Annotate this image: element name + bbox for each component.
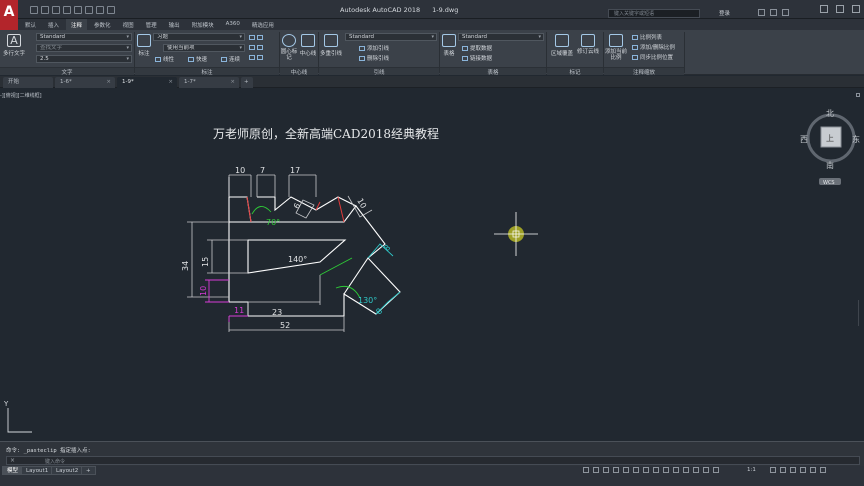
viewcube-north[interactable]: 北 xyxy=(826,109,834,118)
drawing-title: 万老师原创，全新高端CAD2018经典教程 xyxy=(213,126,439,141)
annotation-monitor-icon[interactable] xyxy=(673,467,679,473)
hardware-accel-icon[interactable] xyxy=(800,467,806,473)
dimension-texts: 10 7 17 6 10 70° 34 15 140° 10 11 23 52 … xyxy=(181,166,392,330)
workspace-icon[interactable] xyxy=(770,467,776,473)
red-edge-right xyxy=(337,196,345,223)
dim-17: 17 xyxy=(290,166,300,175)
osnap-icon[interactable] xyxy=(623,467,629,473)
dim-23-lines xyxy=(247,275,321,316)
snap-icon[interactable] xyxy=(593,467,599,473)
crosshair-lines xyxy=(494,212,538,256)
ortho-icon[interactable] xyxy=(603,467,609,473)
dim-8a: 8 xyxy=(382,243,392,253)
layout-tab-0[interactable]: 模型 xyxy=(2,466,24,475)
dim-15: 15 xyxy=(201,257,210,267)
viewcube[interactable]: 上 北 南 西 东 WCS xyxy=(800,109,860,186)
angle-70-arc xyxy=(251,206,272,215)
command-placeholder: 键入命令 xyxy=(45,459,66,465)
dim-6: 6 xyxy=(292,202,302,211)
status-right-icons xyxy=(770,467,826,473)
add-layout-button[interactable]: + xyxy=(81,466,96,475)
magenta-annotations xyxy=(205,279,248,322)
customization-icon[interactable] xyxy=(820,467,826,473)
dim-34: 34 xyxy=(181,261,190,271)
viewcube-west[interactable]: 西 xyxy=(800,135,808,144)
grid-icon[interactable] xyxy=(583,467,589,473)
transparency-icon[interactable] xyxy=(653,467,659,473)
dim-52: 52 xyxy=(280,321,290,330)
drawing-svg: 万老师原创，全新高端CAD2018经典教程 10 7 17 6 10 70° 3… xyxy=(3,109,860,433)
dim-11-lines xyxy=(228,315,248,322)
close-command-icon[interactable]: × xyxy=(10,457,15,464)
dim-10a: 10 xyxy=(235,166,245,175)
clean-screen-icon[interactable] xyxy=(810,467,816,473)
viewcube-east[interactable]: 东 xyxy=(852,134,860,144)
dim-10c-lines xyxy=(205,279,229,303)
viewcube-south[interactable]: 南 xyxy=(826,160,834,170)
polar-icon[interactable] xyxy=(613,467,619,473)
wcs-label: WCS xyxy=(823,180,835,186)
otrack-icon[interactable] xyxy=(633,467,639,473)
annotation-icon[interactable] xyxy=(780,467,786,473)
selection-cycling-icon[interactable] xyxy=(663,467,669,473)
units-icon[interactable] xyxy=(683,467,689,473)
isolate-icon[interactable] xyxy=(790,467,796,473)
dim-7: 7 xyxy=(260,166,265,175)
viewcube-top-label: 上 xyxy=(826,134,834,143)
annotation-visibility-icon[interactable] xyxy=(703,467,709,473)
command-history: 命令: _pasteclip 指定插入点: xyxy=(6,448,91,454)
ucs-axes xyxy=(7,408,32,433)
dim-11: 11 xyxy=(234,306,244,315)
lineweight-icon[interactable] xyxy=(643,467,649,473)
red-annotations xyxy=(246,196,345,223)
green-leader-line xyxy=(319,257,353,276)
crosshair-cursor xyxy=(494,212,538,256)
angle-70: 70° xyxy=(266,218,280,227)
command-input[interactable]: × 键入命令 xyxy=(6,456,860,465)
dim-10c: 10 xyxy=(199,286,208,296)
ucs-y-label: Y xyxy=(3,400,9,408)
angle-140: 140° xyxy=(288,255,307,264)
dim-15-lines xyxy=(207,239,248,274)
dim-23: 23 xyxy=(272,308,282,317)
annotation-scale[interactable]: 1:1 xyxy=(747,467,756,473)
command-line: 命令: _pasteclip 指定插入点: × 键入命令 xyxy=(0,441,864,466)
outline-right-edge xyxy=(355,205,386,259)
status-bar: 模型 Layout1 Layout2 + 1:1 xyxy=(0,466,864,486)
ucs-icon xyxy=(7,408,32,433)
angle-130: 130° xyxy=(358,296,377,305)
status-toggles xyxy=(583,467,719,473)
auto-scale-icon[interactable] xyxy=(713,467,719,473)
red-edge-left xyxy=(246,196,252,223)
layout-tab-1[interactable]: Layout1 xyxy=(21,466,54,475)
top-dim-extensions xyxy=(228,175,317,197)
layout-tab-2[interactable]: Layout2 xyxy=(51,466,84,475)
quick-props-icon[interactable] xyxy=(693,467,699,473)
